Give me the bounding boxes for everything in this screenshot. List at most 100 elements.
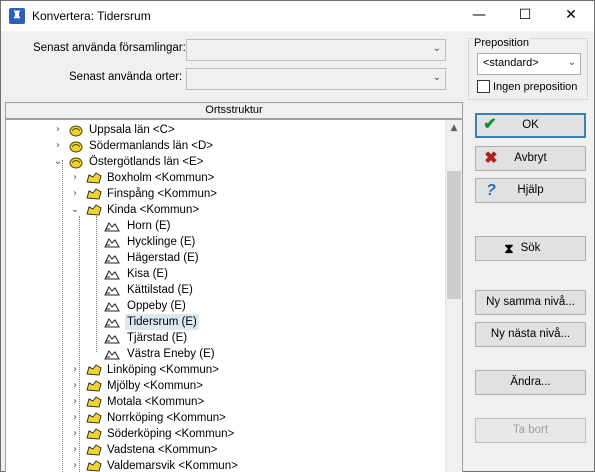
tree-row-label: Oppeby (E) bbox=[127, 300, 186, 312]
chevron-right-icon[interactable]: › bbox=[70, 378, 80, 394]
tree-row[interactable]: Kisa (E) bbox=[6, 266, 436, 282]
preposition-group-title: Preposition bbox=[473, 37, 531, 49]
chevron-right-icon[interactable]: › bbox=[70, 170, 80, 186]
tree-row[interactable]: › Motala <Kommun> bbox=[6, 394, 436, 410]
new-next-level-label: Ny nästa nivå... bbox=[490, 328, 571, 340]
new-next-level-button[interactable]: Ny nästa nivå... bbox=[475, 322, 586, 347]
tree-row-label: Norrköping <Kommun> bbox=[107, 412, 226, 424]
new-same-level-label: Ny samma nivå... bbox=[486, 296, 575, 308]
tree-row-label: Södermanlands län <D> bbox=[89, 140, 214, 152]
ok-button[interactable]: ✔ OK bbox=[475, 113, 586, 138]
search-button[interactable]: ⧗ Sök bbox=[475, 236, 586, 261]
municipality-icon bbox=[86, 443, 102, 457]
tree-row-label: Vadstena <Kommun> bbox=[107, 444, 218, 456]
tree-row[interactable]: ⌄ Kinda <Kommun> bbox=[6, 202, 436, 218]
tree-row[interactable]: ⌄ Östergötlands län <E> bbox=[6, 154, 436, 170]
municipality-icon bbox=[86, 427, 102, 441]
municipality-icon bbox=[86, 171, 102, 185]
edit-label: Ändra... bbox=[510, 376, 551, 388]
recent-parishes-combo[interactable]: ⌄ bbox=[186, 39, 446, 61]
x-icon: ✖ bbox=[484, 150, 498, 167]
tree-row-label: Mjölby <Kommun> bbox=[107, 380, 203, 392]
title-bar[interactable]: ♜ Konvertera: Tidersrum — ☐ ✕ bbox=[1, 1, 594, 31]
tree-row[interactable]: › Vadstena <Kommun> bbox=[6, 442, 436, 458]
tree-row-label: Boxholm <Kommun> bbox=[107, 172, 215, 184]
no-preposition-checkbox[interactable] bbox=[477, 80, 490, 93]
tree-row[interactable]: Tidersrum (E) bbox=[6, 314, 436, 330]
parish-icon bbox=[104, 347, 120, 361]
help-button[interactable]: ? Hjälp bbox=[475, 178, 586, 203]
tree-row[interactable]: › Södermanlands län <D> bbox=[6, 138, 436, 154]
chevron-right-icon[interactable]: › bbox=[70, 442, 80, 458]
parish-icon bbox=[104, 331, 120, 345]
scroll-thumb[interactable] bbox=[447, 171, 461, 299]
cancel-button[interactable]: ✖ Avbryt bbox=[475, 146, 586, 171]
place-tree[interactable]: ▲ › Uppsala län <C> › Södermanlands län <D>… bbox=[5, 119, 463, 472]
tree-row[interactable]: Oppeby (E) bbox=[6, 298, 436, 314]
parish-icon bbox=[104, 251, 120, 265]
chevron-down-icon[interactable]: ⌄ bbox=[53, 154, 63, 170]
help-label: Hjälp bbox=[517, 184, 544, 196]
tree-row-label: Hycklinge (E) bbox=[127, 236, 196, 248]
parish-icon bbox=[104, 315, 120, 329]
tree-row[interactable]: Västra Eneby (E) bbox=[6, 346, 436, 362]
chevron-down-icon[interactable]: ⌄ bbox=[70, 202, 80, 218]
chevron-right-icon[interactable]: › bbox=[70, 410, 80, 426]
tree-row-label: Tjärstad (E) bbox=[127, 332, 188, 344]
tree-row-label: Östergötlands län <E> bbox=[89, 156, 204, 168]
municipality-icon bbox=[86, 379, 102, 393]
tree-row[interactable]: › Söderköping <Kommun> bbox=[6, 426, 436, 442]
recent-places-label: Senast använda orter: bbox=[69, 71, 183, 83]
chevron-right-icon[interactable]: › bbox=[70, 458, 80, 472]
tree-row[interactable]: › Boxholm <Kommun> bbox=[6, 170, 436, 186]
parish-icon bbox=[104, 267, 120, 281]
chevron-right-icon[interactable]: › bbox=[53, 122, 63, 138]
municipality-icon bbox=[86, 459, 102, 472]
tree-row[interactable]: Hägerstad (E) bbox=[6, 250, 436, 266]
close-button[interactable]: ✕ bbox=[548, 1, 594, 31]
chevron-right-icon[interactable]: › bbox=[70, 186, 80, 202]
chevron-right-icon[interactable]: › bbox=[70, 426, 80, 442]
recent-places-combo[interactable]: ⌄ bbox=[186, 68, 446, 90]
county-icon bbox=[68, 123, 84, 137]
tree-row[interactable]: Hycklinge (E) bbox=[6, 234, 436, 250]
chevron-down-icon: ⌄ bbox=[432, 43, 441, 54]
window-title: Konvertera: Tidersrum bbox=[32, 9, 151, 23]
binoculars-icon: ⧗ bbox=[504, 241, 514, 256]
municipality-icon bbox=[86, 363, 102, 377]
tree-scrollbar[interactable]: ▲ bbox=[445, 120, 462, 472]
scroll-up-arrow-icon[interactable]: ▲ bbox=[446, 120, 462, 137]
chevron-right-icon[interactable]: › bbox=[70, 362, 80, 378]
recent-parishes-label: Senast använda församlingar: bbox=[33, 42, 186, 54]
chevron-right-icon[interactable]: › bbox=[70, 394, 80, 410]
tree-row[interactable]: Kättilstad (E) bbox=[6, 282, 436, 298]
tree-row[interactable]: Horn (E) bbox=[6, 218, 436, 234]
tree-row-label: Hägerstad (E) bbox=[127, 252, 199, 264]
municipality-icon bbox=[86, 187, 102, 201]
maximize-button[interactable]: ☐ bbox=[502, 1, 548, 31]
tree-row-label: Uppsala län <C> bbox=[89, 124, 175, 136]
tree-row[interactable]: › Linköping <Kommun> bbox=[6, 362, 436, 378]
tree-row[interactable]: › Finspång <Kommun> bbox=[6, 186, 436, 202]
tree-row-label: Kättilstad (E) bbox=[127, 284, 193, 296]
chevron-right-icon[interactable]: › bbox=[53, 138, 63, 154]
tree-row[interactable]: › Mjölby <Kommun> bbox=[6, 378, 436, 394]
minimize-button[interactable]: — bbox=[456, 1, 502, 31]
remove-label: Ta bort bbox=[512, 424, 549, 436]
parish-icon bbox=[104, 235, 120, 249]
edit-button[interactable]: Ändra... bbox=[475, 370, 586, 395]
remove-button: Ta bort bbox=[475, 418, 586, 443]
preposition-select[interactable]: <standard> ⌄ bbox=[477, 53, 581, 75]
new-same-level-button[interactable]: Ny samma nivå... bbox=[475, 290, 586, 315]
tree-row[interactable]: Tjärstad (E) bbox=[6, 330, 436, 346]
parish-icon bbox=[104, 219, 120, 233]
checkmark-icon: ✔ bbox=[483, 116, 497, 133]
tree-row[interactable]: › Valdemarsvik <Kommun> bbox=[6, 458, 436, 472]
dialog-window: ♜ Konvertera: Tidersrum — ☐ ✕ Senast anv… bbox=[0, 0, 595, 472]
tree-row-label: Valdemarsvik <Kommun> bbox=[107, 460, 238, 472]
tree-row[interactable]: › Uppsala län <C> bbox=[6, 122, 436, 138]
tree-column-header[interactable]: Ortsstruktur bbox=[5, 102, 463, 119]
cancel-label: Avbryt bbox=[514, 152, 547, 164]
tree-row-label: Kinda <Kommun> bbox=[107, 204, 200, 216]
tree-row[interactable]: › Norrköping <Kommun> bbox=[6, 410, 436, 426]
